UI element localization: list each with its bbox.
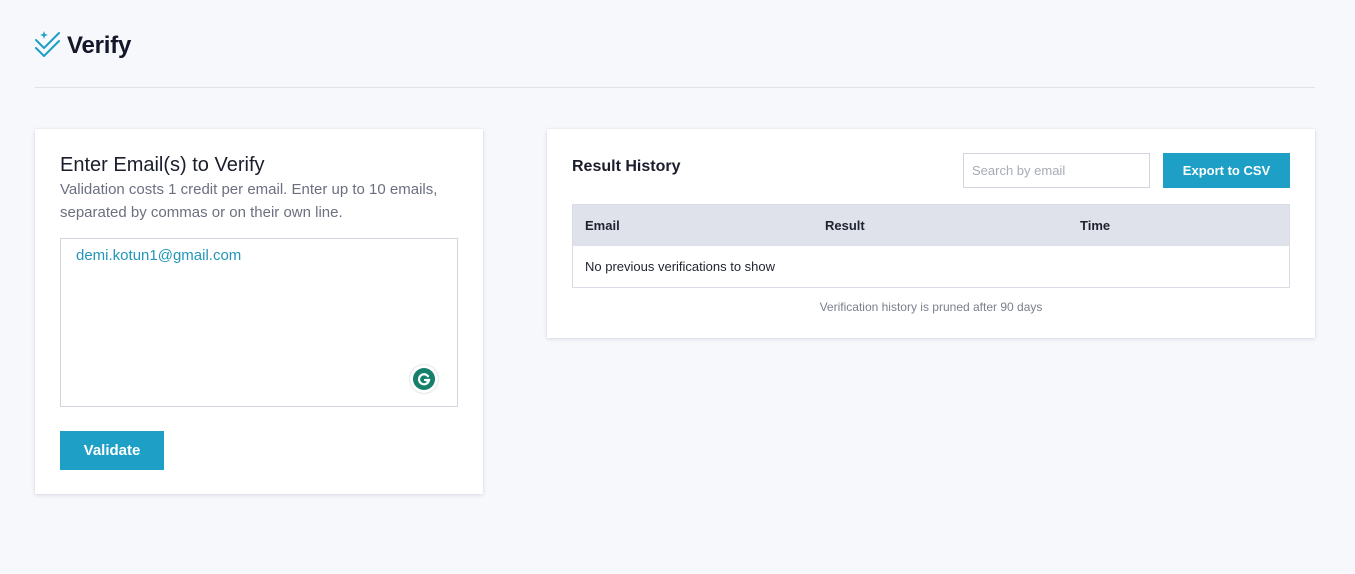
emails-textarea[interactable]: demi.kotun1@gmail.com	[60, 238, 458, 407]
history-retention-note: Verification history is pruned after 90 …	[819, 300, 1043, 314]
header-divider	[35, 87, 1315, 88]
email-input-card: Enter Email(s) to Verify Validation cost…	[35, 129, 483, 494]
verify-logo-icon	[35, 31, 60, 57]
brand-name: Verify	[67, 32, 132, 59]
column-header-email[interactable]: Email	[585, 218, 620, 233]
app-header: Verify	[35, 30, 131, 62]
result-history-card: Result History Export to CSV Email Resul…	[547, 129, 1315, 338]
input-card-description: Validation costs 1 credit per email. Ent…	[60, 181, 438, 221]
grammarly-icon[interactable]	[410, 365, 438, 393]
empty-state-message: No previous verifications to show	[585, 259, 776, 274]
export-csv-button[interactable]: Export to CSV	[1163, 153, 1290, 188]
column-header-time[interactable]: Time	[1080, 218, 1110, 233]
history-table: Email Result Time No previous verificati…	[572, 204, 1290, 288]
validate-button[interactable]: Validate	[60, 431, 164, 470]
table-header: Email Result Time	[573, 205, 1289, 246]
search-by-email-input[interactable]	[963, 153, 1150, 188]
email-entry[interactable]: demi.kotun1@gmail.com	[76, 247, 241, 264]
table-row: No previous verifications to show	[573, 246, 1289, 287]
column-header-result[interactable]: Result	[825, 218, 865, 233]
input-card-title: Enter Email(s) to Verify	[60, 154, 265, 176]
history-title: Result History	[572, 158, 681, 175]
